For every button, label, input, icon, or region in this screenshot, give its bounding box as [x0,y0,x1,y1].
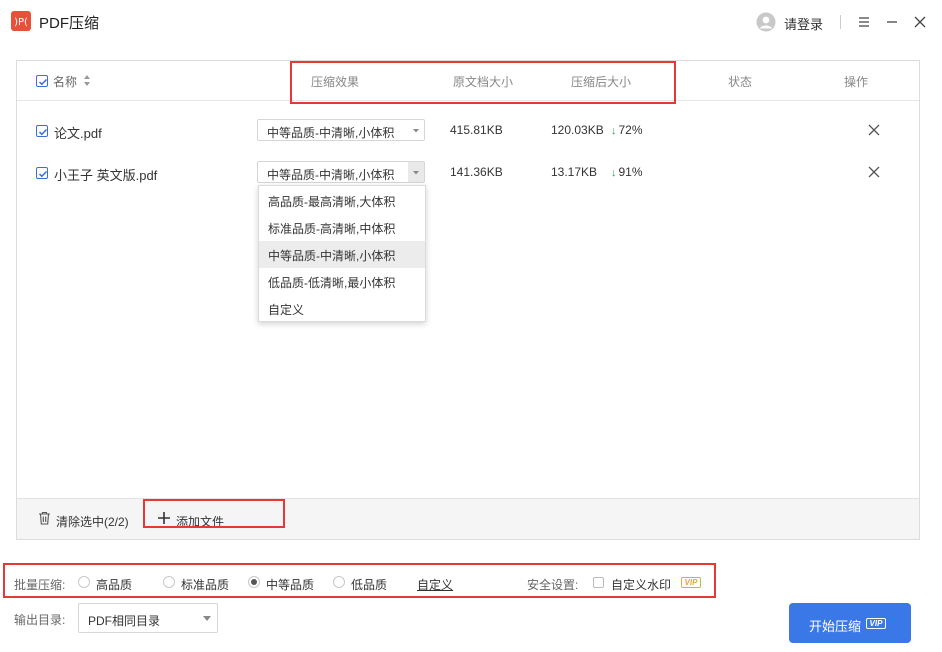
remove-file-icon[interactable] [867,165,881,179]
batch-compress-label: 批量压缩: [14,578,66,592]
clear-selected-button[interactable]: 清除选中(2/2) [56,513,129,530]
quality-select[interactable]: 中等品质-中清晰,小体积 [257,119,425,141]
avatar-icon[interactable] [756,12,776,32]
pdf-logo-icon: )P( [11,11,31,31]
radio-medium[interactable] [248,576,260,588]
row-checkbox[interactable] [36,167,48,179]
table-row: 论文.pdf 中等品质-中清晰,小体积 415.81KB 120.03KB ↓ 7… [17,110,919,152]
file-list-panel: 名称 压缩效果 原文档大小 压缩后大小 状态 操作 论文.pdf 中等品质-中清… [16,60,920,540]
file-name: 论文.pdf [54,126,102,141]
radio-low-label[interactable]: 低品质 [351,576,387,593]
quality-dropdown-menu: 高品质-最高清晰,大体积 标准品质-高清晰,中体积 中等品质-中清晰,小体积 低… [258,185,426,322]
svg-text:)P(: )P( [14,17,28,28]
header-orig-size: 原文档大小 [453,75,514,89]
original-size: 415.81KB [450,123,503,137]
minimize-icon[interactable] [884,14,900,30]
compressed-size: 13.17KB [551,165,598,179]
radio-standard[interactable] [163,576,175,588]
quality-select-value: 中等品质-中清晰,小体积 [267,168,395,182]
dropdown-option-medium[interactable]: 中等品质-中清晰,小体积 [259,241,425,268]
vip-badge: VIP [681,577,701,588]
dropdown-option-standard[interactable]: 标准品质-高清晰,中体积 [259,214,425,241]
custom-settings-link[interactable]: 自定义 [417,576,453,593]
radio-medium-label[interactable]: 中等品质 [266,576,314,593]
radio-high-label[interactable]: 高品质 [96,576,132,593]
arrow-down-icon: ↓ [611,125,617,137]
original-size: 141.36KB [450,165,503,179]
quality-select-value: 中等品质-中清晰,小体积 [267,126,395,140]
radio-high[interactable] [78,576,90,588]
arrow-down-icon: ↓ [611,167,617,179]
compressed-size: 120.03KB [551,123,604,137]
list-header: 名称 压缩效果 原文档大小 压缩后大小 状态 操作 [17,61,919,101]
watermark-checkbox[interactable] [593,577,604,588]
vip-badge: VIP [866,618,886,629]
remove-file-icon[interactable] [867,123,881,137]
chevron-down-icon [203,616,211,621]
output-dir-select[interactable]: PDF相同目录 [78,603,218,633]
header-status: 状态 [728,75,753,89]
table-row: 小王子 英文版.pdf 中等品质-中清晰,小体积 141.36KB 13.17K… [17,152,919,194]
chevron-down-icon [413,129,419,133]
radio-low[interactable] [333,576,345,588]
output-dir-label: 输出目录: [14,613,66,627]
chevron-down-icon [408,162,424,182]
header-comp-size: 压缩后大小 [571,75,632,89]
dropdown-option-custom[interactable]: 自定义 [259,295,425,322]
dropdown-option-low[interactable]: 低品质-低清晰,最小体积 [259,268,425,295]
login-link[interactable]: 请登录 [784,14,823,33]
saved-percent: ↓ 72% [611,123,643,137]
add-file-button[interactable]: 添加文件 [176,513,224,530]
header-name[interactable]: 名称 [53,73,77,90]
select-all-checkbox[interactable] [36,75,48,87]
security-settings-label: 安全设置: [527,578,579,592]
quality-select[interactable]: 中等品质-中清晰,小体积 [257,161,425,183]
close-window-icon[interactable] [912,14,928,30]
start-compress-button[interactable]: 开始压缩 VIP [789,603,911,643]
file-name: 小王子 英文版.pdf [54,168,158,183]
title-bar: )P( PDF压缩 请登录 [0,0,942,44]
watermark-label[interactable]: 自定义水印 [611,576,671,593]
header-effect: 压缩效果 [311,75,360,89]
row-checkbox[interactable] [36,125,48,137]
output-dir-value: PDF相同目录 [88,614,161,628]
app-title: PDF压缩 [39,15,100,32]
menu-icon[interactable] [856,14,872,30]
trash-icon[interactable] [38,511,51,525]
dropdown-option-high[interactable]: 高品质-最高清晰,大体积 [259,187,425,214]
sort-icon[interactable] [83,74,91,87]
saved-percent: ↓ 91% [611,165,643,179]
plus-icon[interactable] [158,512,170,524]
panel-footer: 清除选中(2/2) 添加文件 [17,498,919,539]
start-compress-label: 开始压缩 [809,619,862,634]
radio-standard-label[interactable]: 标准品质 [181,576,229,593]
header-action: 操作 [844,75,869,89]
titlebar-divider [840,15,841,29]
